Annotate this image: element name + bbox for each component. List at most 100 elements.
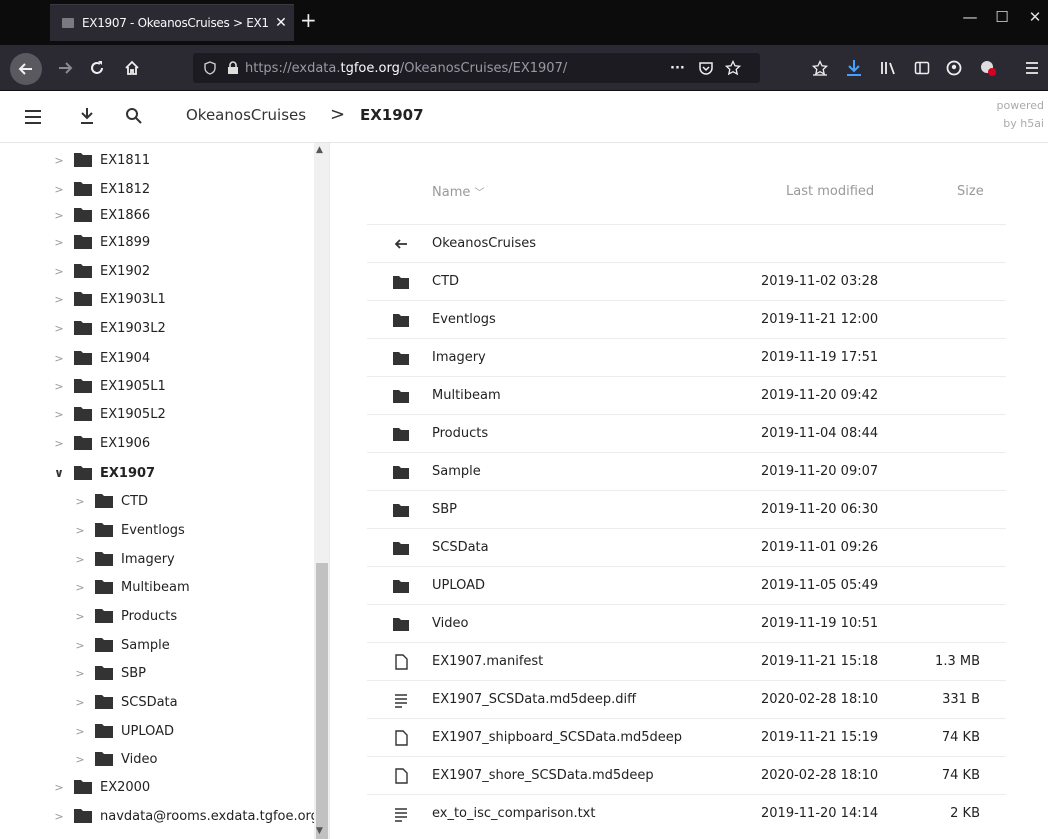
bookmark-star-icon[interactable] [725, 60, 741, 76]
search-icon[interactable] [125, 107, 143, 125]
parent-folder-row[interactable]: OkeanosCruises [367, 224, 1006, 262]
chevron-right-icon[interactable]: > [73, 667, 87, 680]
table-row[interactable]: UPLOAD 2019-11-05 05:49 [367, 566, 1006, 604]
table-row[interactable]: SCSData 2019-11-01 09:26 [367, 528, 1006, 566]
pocket-icon[interactable] [698, 60, 714, 76]
chevron-down-icon[interactable]: ∨ [52, 466, 66, 480]
tree-item[interactable]: > Imagery [73, 547, 174, 571]
shield-icon[interactable] [203, 61, 217, 75]
tree-item[interactable]: > EX1905L1 [52, 374, 165, 398]
minimize-icon[interactable]: — [955, 8, 985, 26]
download-icon[interactable] [79, 107, 95, 125]
tree-item[interactable]: > Eventlogs [73, 518, 184, 542]
new-tab-button[interactable]: + [300, 10, 317, 30]
scroll-up-icon[interactable]: ▲ [316, 145, 323, 155]
tree-item[interactable]: > SBP [73, 661, 146, 685]
tree-item[interactable]: > EX1906 [52, 431, 150, 455]
download-icon[interactable] [846, 59, 862, 77]
tree-item[interactable]: > EX1866 [52, 203, 150, 227]
table-row[interactable]: CTD 2019-11-02 03:28 [367, 262, 1006, 300]
table-row[interactable]: SBP 2019-11-20 06:30 [367, 490, 1006, 528]
forward-button[interactable] [53, 56, 77, 80]
breadcrumb-current[interactable]: EX1907 [360, 106, 424, 124]
tree-item[interactable]: > navdata@rooms.exdata.tgfoe.org [52, 804, 319, 828]
chevron-right-icon[interactable]: > [73, 553, 87, 566]
chevron-right-icon[interactable]: > [52, 293, 66, 306]
chevron-right-icon[interactable]: > [52, 810, 66, 823]
sidebar-icon[interactable] [914, 60, 930, 76]
address-bar[interactable]: https:// exdata. tgfoe.org /OkeanosCruis… [193, 53, 760, 83]
browser-tab[interactable]: EX1907 - OkeanosCruises > EX1 ✕ [50, 4, 294, 41]
table-row[interactable]: Eventlogs 2019-11-21 12:00 [367, 300, 1006, 338]
table-row[interactable]: ex_to_isc_comparison.txt 2019-11-20 14:14… [367, 794, 1006, 832]
tree-item[interactable]: > EX1905L2 [52, 402, 165, 426]
home-button[interactable] [120, 56, 144, 80]
library-icon[interactable] [880, 60, 898, 76]
tree-item[interactable]: > EX1899 [52, 230, 150, 254]
chevron-right-icon[interactable]: > [52, 380, 66, 393]
table-row[interactable]: Sample 2019-11-20 09:07 [367, 452, 1006, 490]
chevron-right-icon[interactable]: > [52, 209, 66, 222]
column-header-modified[interactable]: Last modified [786, 184, 874, 199]
chevron-right-icon[interactable]: > [73, 725, 87, 738]
chevron-right-icon[interactable]: > [52, 437, 66, 450]
tree-item[interactable]: > SCSData [73, 690, 177, 714]
account-icon[interactable] [946, 60, 962, 76]
chevron-right-icon[interactable]: > [73, 696, 87, 709]
table-row[interactable]: EX1907_SCSData.md5deep.diff 2020-02-28 18… [367, 680, 1006, 718]
table-row[interactable]: EX1907_shipboard_SCSData.md5deep 2019-11-… [367, 718, 1006, 756]
chevron-right-icon[interactable]: > [73, 495, 87, 508]
maximize-icon[interactable]: ☐ [987, 8, 1017, 26]
table-row[interactable]: Imagery 2019-11-19 17:51 [367, 338, 1006, 376]
tree-item[interactable]: > EX1812 [52, 177, 150, 201]
extension-icon[interactable] [979, 59, 997, 77]
tree-item[interactable]: > Video [73, 747, 157, 771]
hamburger-icon[interactable] [24, 109, 42, 125]
column-header-size[interactable]: Size [957, 184, 984, 199]
chevron-right-icon[interactable]: > [52, 781, 66, 794]
menu-icon[interactable] [1024, 60, 1040, 76]
chevron-right-icon[interactable]: > [73, 753, 87, 766]
tree-item[interactable]: > UPLOAD [73, 719, 174, 743]
tree-item[interactable]: > Sample [73, 633, 169, 657]
back-button[interactable] [10, 53, 42, 85]
table-row[interactable]: EX1907_shore_SCSData.md5deep 2020-02-28 1… [367, 756, 1006, 794]
breadcrumb-root[interactable]: OkeanosCruises [186, 106, 306, 124]
table-row[interactable]: EX1907.manifest 2019-11-21 15:18 1.3 MB [367, 642, 1006, 680]
tab-close-icon[interactable]: ✕ [268, 15, 294, 31]
reload-button[interactable] [85, 56, 109, 80]
chevron-right-icon[interactable]: > [52, 265, 66, 278]
window-close-icon[interactable]: ✕ [1020, 8, 1048, 26]
tree-item[interactable]: > EX1904 [52, 346, 150, 370]
chevron-right-icon[interactable]: > [52, 352, 66, 365]
tree-item[interactable]: > Multibeam [73, 575, 189, 599]
tree-item[interactable]: ∨ EX1907 [52, 461, 155, 485]
powered-by-label[interactable]: powered by h5ai [996, 97, 1044, 133]
tree-item[interactable]: > EX1811 [52, 148, 150, 172]
tree-item[interactable]: > EX2000 [52, 775, 150, 799]
chevron-right-icon[interactable]: > [52, 183, 66, 196]
chevron-right-icon[interactable]: > [73, 581, 87, 594]
chevron-right-icon[interactable]: > [73, 610, 87, 623]
tree-item[interactable]: > EX1903L2 [52, 316, 165, 340]
tree-item[interactable]: > Products [73, 604, 177, 628]
table-row[interactable]: Products 2019-11-04 08:44 [367, 414, 1006, 452]
chevron-right-icon[interactable]: > [52, 408, 66, 421]
sidebar-scrollbar-thumb[interactable] [316, 563, 328, 839]
tree-item[interactable]: > CTD [73, 489, 148, 513]
chevron-right-icon[interactable]: > [73, 524, 87, 537]
chevron-right-icon[interactable]: > [52, 154, 66, 167]
table-row[interactable]: Multibeam 2019-11-20 09:42 [367, 376, 1006, 414]
table-row[interactable]: Video 2019-11-19 10:51 [367, 604, 1006, 642]
chevron-right-icon[interactable]: > [73, 639, 87, 652]
page-actions-icon[interactable]: ··· [670, 61, 685, 76]
tree-item[interactable]: > EX1903L1 [52, 287, 165, 311]
tree-item[interactable]: > EX1902 [52, 259, 150, 283]
lock-icon[interactable] [227, 61, 239, 75]
bookmarks-star-icon[interactable] [812, 60, 828, 76]
scroll-down-icon[interactable]: ▼ [316, 826, 323, 836]
chevron-right-icon[interactable]: > [52, 322, 66, 335]
chevron-right-icon[interactable]: > [52, 236, 66, 249]
folder-icon [95, 523, 113, 537]
column-header-name[interactable]: Name ﹀ [432, 184, 485, 200]
